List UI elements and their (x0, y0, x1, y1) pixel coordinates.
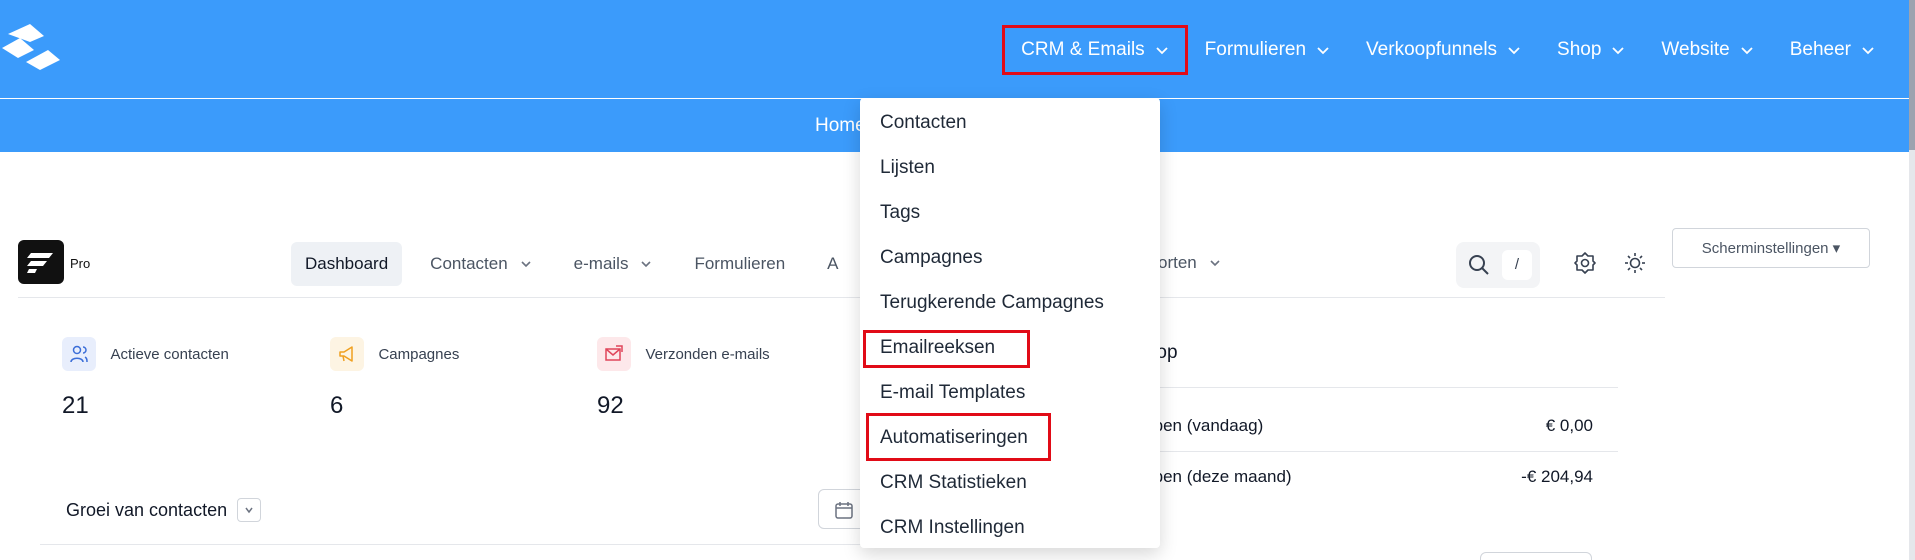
nav-shop-label: Shop (1557, 39, 1602, 60)
tab-rapporten-partial[interactable]: orten (1158, 253, 1221, 273)
sun-icon[interactable] (1624, 252, 1646, 274)
menu-item-lijsten[interactable]: Lijsten (880, 157, 935, 179)
scrollbar-thumb[interactable] (1909, 0, 1915, 150)
tab-contacten[interactable]: Contacten (416, 242, 546, 286)
home-link[interactable]: Home (815, 115, 866, 137)
tab-rapporten-partial-label: orten (1158, 253, 1197, 272)
app-edition-label: Pro (70, 256, 91, 271)
tab-formulieren[interactable]: Formulieren (680, 242, 799, 286)
app-logo[interactable] (18, 240, 64, 284)
tab-emails-label: e-mails (573, 254, 629, 273)
chevron-down-icon (1612, 47, 1625, 55)
tab-emails[interactable]: e-mails (560, 242, 667, 286)
highlight-box-emailreeksen (863, 330, 1030, 368)
stat-campaigns: Campagnes 6 (330, 337, 460, 419)
chevron-down-icon (1156, 47, 1168, 55)
sales-row-today: rkopen (vandaag) € 0,00 (1130, 416, 1593, 436)
app-logo-icon (27, 253, 53, 273)
nav-beheer[interactable]: Beheer (1772, 26, 1893, 74)
top-navigation-bar: CRM & Emails Formulieren Verkoopfunnels … (0, 0, 1915, 98)
tab-automations-partial-label: A (827, 254, 839, 273)
app-toolbar: Pro Dashboard Contacten e-mails Formulie… (18, 238, 1665, 298)
stat-active-contacts: Actieve contacten 21 (62, 337, 229, 419)
sales-row-value: -€ 204,94 (1521, 467, 1593, 486)
search-icon (1469, 255, 1489, 275)
gear-icon[interactable] (1574, 252, 1596, 274)
crm-emails-dropdown-menu: Contacten Lijsten Tags Campagnes Terugke… (860, 98, 1160, 548)
megaphone-icon (330, 337, 364, 371)
menu-item-contacten[interactable]: Contacten (880, 112, 967, 134)
tab-dashboard-label: Dashboard (305, 254, 389, 273)
stat-label: Actieve contacten (110, 345, 229, 363)
contacts-growth-header: Groei van contacten (66, 498, 262, 522)
tab-automations-partial[interactable]: A (813, 242, 852, 286)
nav-formulieren[interactable]: Formulieren (1187, 26, 1348, 74)
menu-item-campagnes[interactable]: Campagnes (880, 247, 982, 269)
nav-verkoopfunnels-label: Verkoopfunnels (1366, 39, 1498, 60)
calendar-icon (835, 502, 853, 519)
nav-beheer-label: Beheer (1789, 39, 1851, 60)
chevron-down-icon (1862, 47, 1874, 55)
main-nav: CRM & Emails Formulieren Verkoopfunnels … (1002, 25, 1893, 75)
stat-label: Campagnes (378, 345, 460, 363)
sales-panel-divider (1130, 387, 1618, 388)
screen-settings-button[interactable]: Scherminstellingen ▾ (1672, 228, 1870, 268)
tab-formulieren-label: Formulieren (694, 254, 786, 273)
stat-value: 92 (597, 392, 624, 419)
stat-label: Verzonden e-mails (645, 345, 770, 363)
nav-crm-emails[interactable]: CRM & Emails (1002, 25, 1188, 75)
nav-website-label: Website (1661, 39, 1730, 60)
contacts-growth-title: Groei van contacten (66, 499, 228, 520)
chevron-down-icon (1741, 47, 1753, 55)
search-button[interactable]: / (1456, 242, 1540, 288)
tab-contacten-label: Contacten (430, 254, 508, 273)
toolbar-divider (18, 297, 1665, 298)
mail-sent-icon (597, 337, 631, 371)
growth-dropdown-button[interactable] (237, 498, 262, 522)
users-icon (62, 337, 96, 371)
stat-emails-sent: Verzonden e-mails 92 (597, 337, 770, 419)
tab-dashboard[interactable]: Dashboard (291, 242, 403, 286)
sales-row-month: rkopen (deze maand) -€ 204,94 (1130, 467, 1593, 487)
menu-item-crm-statistieken[interactable]: CRM Statistieken (880, 472, 1027, 494)
sales-panel-button-partial[interactable] (1480, 552, 1592, 560)
search-shortcut-key: / (1502, 250, 1532, 280)
nav-verkoopfunnels[interactable]: Verkoopfunnels (1348, 26, 1539, 74)
chevron-down-icon (245, 507, 253, 514)
menu-item-terugkerende-campagnes[interactable]: Terugkerende Campagnes (880, 292, 1104, 314)
growth-divider (40, 544, 870, 545)
sales-row-divider (1130, 451, 1618, 452)
menu-item-tags[interactable]: Tags (880, 202, 920, 224)
nav-shop[interactable]: Shop (1539, 26, 1643, 74)
nav-formulieren-label: Formulieren (1204, 39, 1307, 60)
chevron-down-icon (1317, 47, 1329, 55)
chevron-down-icon (1508, 47, 1520, 55)
nav-crm-emails-label: CRM & Emails (1021, 39, 1145, 60)
menu-item-crm-instellingen[interactable]: CRM Instellingen (880, 517, 1025, 539)
chevron-down-icon (521, 261, 531, 268)
chevron-down-icon (641, 261, 652, 268)
stat-value: 21 (62, 392, 89, 419)
stat-value: 6 (330, 392, 344, 419)
scrollbar[interactable] (1909, 0, 1915, 560)
sales-row-value: € 0,00 (1545, 416, 1593, 435)
menu-item-email-templates[interactable]: E-mail Templates (880, 382, 1025, 404)
nav-website[interactable]: Website (1643, 26, 1771, 74)
chevron-down-icon (1210, 260, 1220, 267)
highlight-box-automatiseringen (866, 413, 1051, 461)
brand-logo-icon[interactable] (0, 22, 62, 72)
app-subnav: Dashboard Contacten e-mails Formulieren … (291, 242, 867, 286)
